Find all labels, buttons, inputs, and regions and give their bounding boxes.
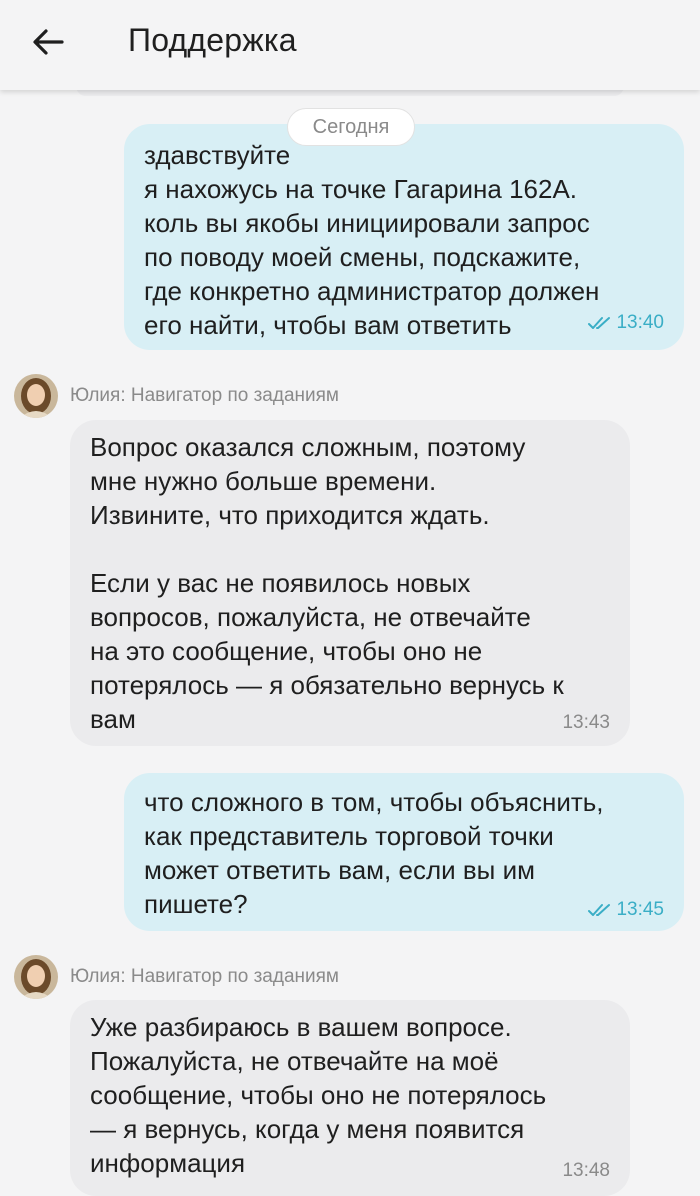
avatar [14,955,58,999]
previous-message-edge [76,90,624,96]
message-sender: Юлия: Навигатор по заданиям [14,374,339,418]
back-button[interactable] [22,20,74,64]
avatar [14,374,58,418]
message-time: 13:45 [588,893,664,927]
sender-photo [14,374,58,418]
arrow-left-icon [33,29,64,55]
time-label: 13:45 [616,899,664,920]
incoming-message[interactable]: Вопрос оказался сложным, поэтому мне нуж… [70,420,630,746]
message-time: 13:48 [562,1160,610,1181]
date-separator: Сегодня [287,108,415,146]
time-label: 13:40 [616,312,664,333]
double-check-icon [588,904,611,916]
incoming-message[interactable]: Уже разбираюсь в вашем вопросе. Пожалуйс… [70,1000,630,1196]
outgoing-message[interactable]: что сложного в том, чтобы объяснить, как… [124,773,684,931]
sender-name: Юлия: Навигатор по заданиям [70,385,339,406]
message-time: 13:40 [588,306,664,340]
message-sender: Юлия: Навигатор по заданиям [14,955,339,999]
sender-name: Юлия: Навигатор по заданиям [70,966,339,987]
message-feed[interactable]: Сегодня здавствуйте я нахожусь на точке … [0,90,700,1196]
message-time: 13:43 [562,712,610,733]
message-text: Уже разбираюсь в вашем вопросе. Пожалуйс… [90,1012,547,1178]
app-bar: Поддержка [0,0,700,90]
page-title: Поддержка [128,22,297,58]
sender-photo [14,955,58,999]
double-check-icon [588,317,611,329]
message-text: Вопрос оказался сложным, поэтому мне нуж… [90,432,564,734]
outgoing-message[interactable]: здавствуйте я нахожусь на точке Гагарина… [124,124,684,350]
